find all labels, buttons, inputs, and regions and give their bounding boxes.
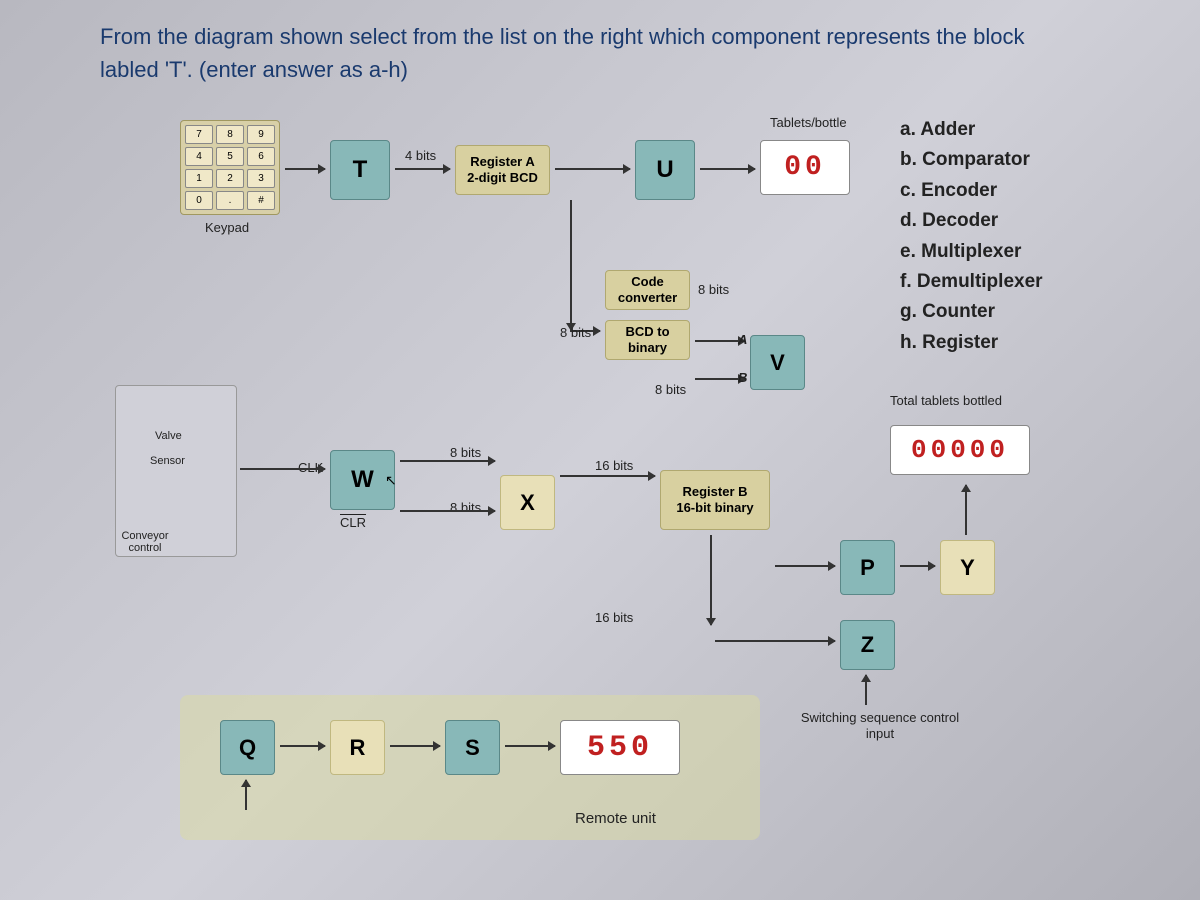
arrow — [570, 200, 572, 330]
label-8bits-3: 8 bits — [655, 382, 686, 397]
answer-g: g. Counter — [900, 297, 1043, 327]
label-16bits-2: 16 bits — [595, 610, 633, 625]
block-s: S — [445, 720, 500, 775]
arrow — [555, 168, 630, 170]
key-2: 2 — [216, 169, 244, 188]
question-line2: labled 'T'. (enter answer as a-h) — [100, 57, 408, 82]
clr-label: CLR — [340, 515, 366, 530]
arrow — [400, 460, 495, 462]
key-6: 6 — [247, 147, 275, 166]
block-x: X — [500, 475, 555, 530]
block-t: T — [330, 140, 390, 200]
arrow — [280, 745, 325, 747]
arrow — [700, 168, 755, 170]
label-8bits-4: 8 bits — [450, 445, 481, 460]
block-u: U — [635, 140, 695, 200]
sensor-label: Sensor — [150, 455, 185, 467]
block-v: V — [750, 335, 805, 390]
answer-f: f. Demultiplexer — [900, 267, 1043, 297]
answer-b: b. Comparator — [900, 145, 1043, 175]
arrow — [775, 565, 835, 567]
key-hash: # — [247, 191, 275, 210]
switching-label: Switching sequence control input — [800, 710, 960, 741]
remote-unit-label: Remote unit — [575, 810, 656, 827]
register-a-t2: 2-digit BCD — [467, 170, 538, 186]
key-8: 8 — [216, 125, 244, 144]
block-q: Q — [220, 720, 275, 775]
tablets-display: 00 — [760, 140, 850, 195]
block-r: R — [330, 720, 385, 775]
label-8bits-5: 8 bits — [450, 500, 481, 515]
label-8bits-1: 8 bits — [560, 325, 591, 340]
keypad-label: Keypad — [205, 220, 249, 235]
arrow — [965, 485, 967, 535]
key-5: 5 — [216, 147, 244, 166]
key-1: 1 — [185, 169, 213, 188]
register-b-t2: 16-bit binary — [676, 500, 753, 516]
arrow — [245, 780, 247, 810]
arrow — [865, 675, 867, 705]
label-4bits: 4 bits — [405, 148, 436, 163]
arrow — [390, 745, 440, 747]
arrow — [400, 510, 495, 512]
register-a: Register A 2-digit BCD — [455, 145, 550, 195]
conveyor-label: Conveyor control — [115, 530, 175, 554]
register-b-t1: Register B — [682, 484, 747, 500]
answer-list: a. Adder b. Comparator c. Encoder d. Dec… — [900, 115, 1043, 358]
arrow — [505, 745, 555, 747]
arrow — [710, 535, 712, 625]
total-tablets-label: Total tablets bottled — [890, 393, 1002, 408]
arrow — [240, 468, 325, 470]
question-line1: From the diagram shown select from the l… — [100, 24, 1024, 49]
code-conv-t: Code converter — [606, 274, 689, 305]
code-converter: Code converter — [605, 270, 690, 310]
label-16bits-1: 16 bits — [595, 458, 633, 473]
keypad: 7 8 9 4 5 6 1 2 3 0 . # — [180, 120, 280, 215]
arrow — [715, 640, 835, 642]
key-9: 9 — [247, 125, 275, 144]
block-diagram: 7 8 9 4 5 6 1 2 3 0 . # Keypad T 4 bits … — [100, 110, 1100, 880]
arrow — [560, 475, 655, 477]
key-3: 3 — [247, 169, 275, 188]
answer-a: a. Adder — [900, 115, 1043, 145]
block-z: Z — [840, 620, 895, 670]
label-b: B — [738, 370, 747, 385]
block-p: P — [840, 540, 895, 595]
bcd-t: BCD to binary — [606, 324, 689, 355]
label-a: A — [738, 332, 747, 347]
register-a-t1: Register A — [470, 154, 535, 170]
label-8bits-2: 8 bits — [698, 282, 729, 297]
tablets-bottle-label: Tablets/bottle — [770, 115, 847, 130]
cursor-icon: ↖ — [385, 472, 397, 489]
answer-e: e. Multiplexer — [900, 237, 1043, 267]
answer-d: d. Decoder — [900, 206, 1043, 236]
key-0: 0 — [185, 191, 213, 210]
bcd-binary: BCD to binary — [605, 320, 690, 360]
key-4: 4 — [185, 147, 213, 166]
answer-h: h. Register — [900, 328, 1043, 358]
arrow — [285, 168, 325, 170]
arrow — [395, 168, 450, 170]
total-display: 00000 — [890, 425, 1030, 475]
arrow — [900, 565, 935, 567]
question-text: From the diagram shown select from the l… — [100, 20, 1100, 86]
key-dot: . — [216, 191, 244, 210]
key-7: 7 — [185, 125, 213, 144]
valve-label: Valve — [155, 430, 182, 442]
block-y: Y — [940, 540, 995, 595]
register-b: Register B 16-bit binary — [660, 470, 770, 530]
remote-display: 550 — [560, 720, 680, 775]
answer-c: c. Encoder — [900, 176, 1043, 206]
